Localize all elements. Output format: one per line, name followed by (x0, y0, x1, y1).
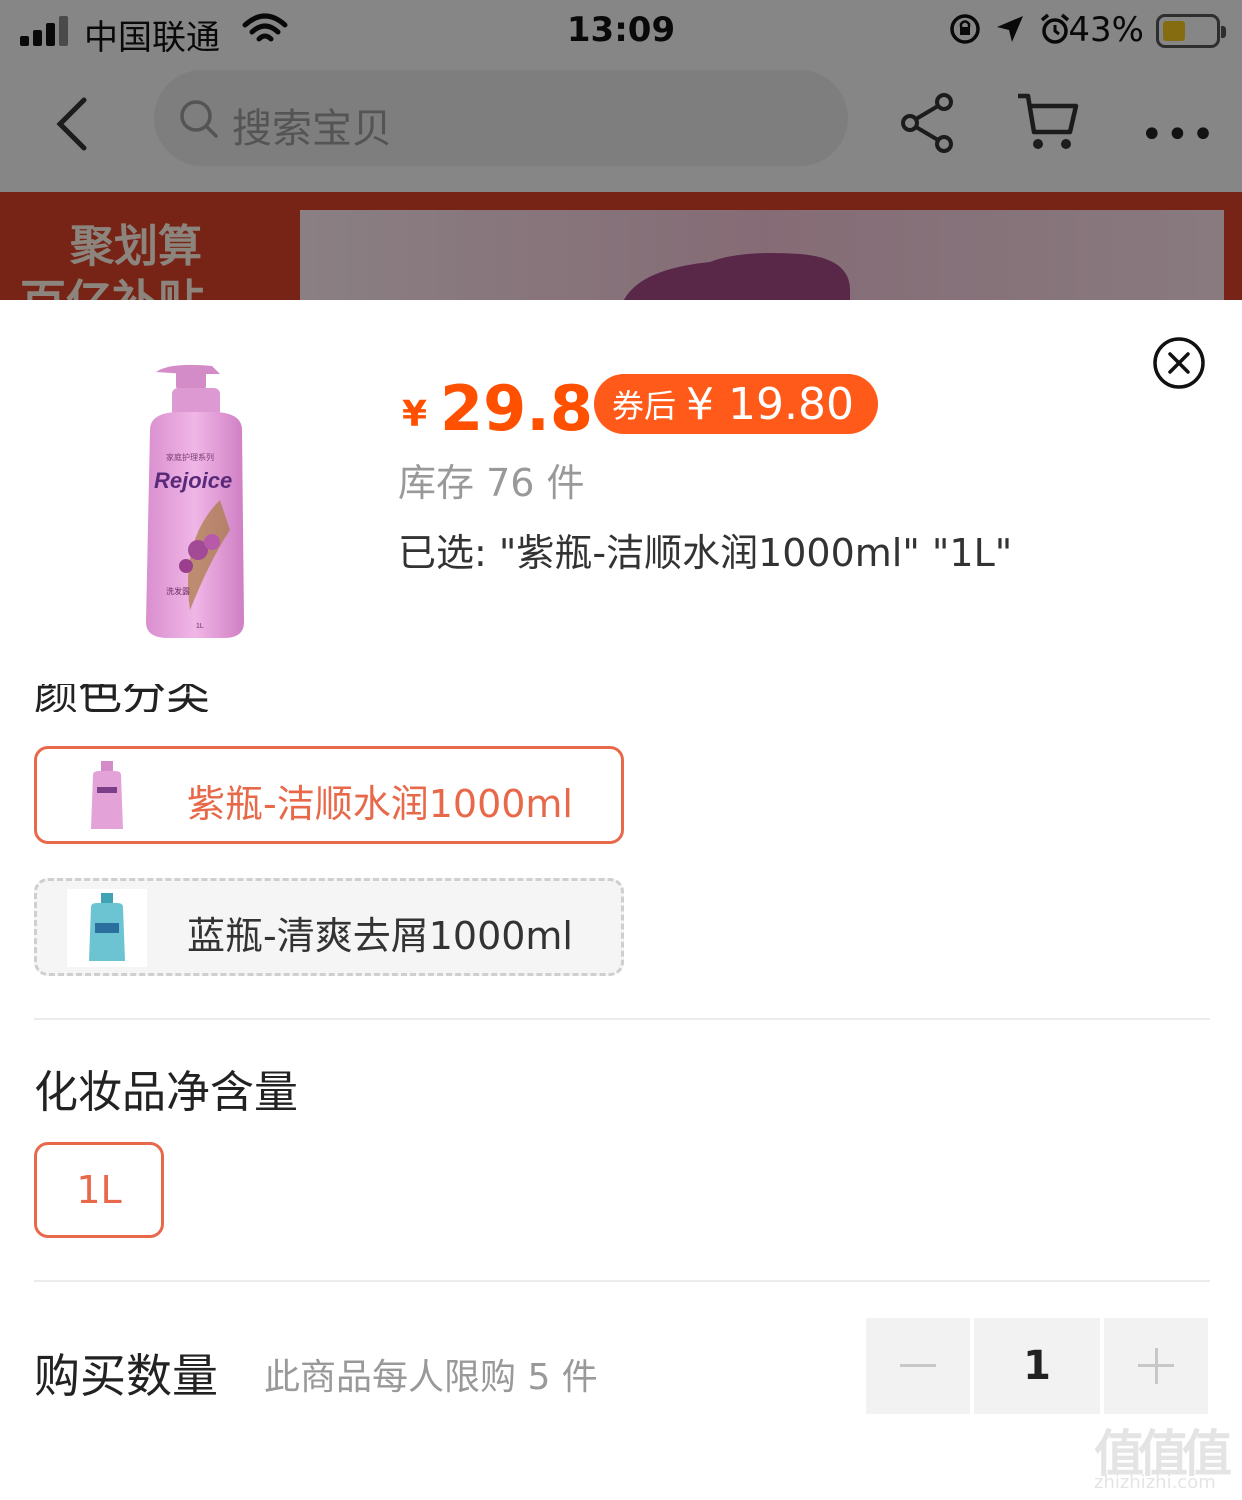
volume-option-1l[interactable]: 1L (34, 1142, 164, 1238)
decrease-button[interactable] (866, 1318, 970, 1414)
close-icon[interactable] (1152, 336, 1206, 390)
increase-button[interactable] (1104, 1318, 1208, 1414)
product-price: 29.8 (440, 372, 593, 445)
dim-overlay[interactable] (0, 0, 1242, 300)
coupon-label: 券后 (612, 387, 677, 425)
svg-text:1L: 1L (196, 623, 204, 630)
svg-text:Rejoice: Rejoice (154, 468, 232, 493)
divider (34, 1018, 1210, 1020)
stock-count: 库存 76 件 (398, 461, 585, 505)
color-option-label: 蓝瓶-清爽去屑1000ml (187, 914, 573, 958)
svg-text:洗发露: 洗发露 (166, 586, 190, 596)
site-watermark: 值值值 zhizhizhi.com (1094, 1414, 1234, 1494)
color-section-title: 颜色分类 (34, 684, 210, 712)
option-thumbnail-blue (67, 889, 147, 967)
selected-sku-text: 已选: "紫瓶-洁顺水润1000ml" "1L" (398, 531, 1013, 575)
sku-sheet: 家庭护理系列 Rejoice 洗发露 1L ¥ 29.8 券后 ¥ 19.80 … (0, 300, 1242, 1500)
quantity-limit-text: 此商品每人限购 5 件 (264, 1357, 598, 1398)
coupon-price: ¥ 19.80 (686, 378, 854, 430)
svg-text:家庭护理系列: 家庭护理系列 (166, 452, 214, 462)
color-option-purple[interactable]: 紫瓶-洁顺水润1000ml (34, 746, 624, 844)
quantity-title: 购买数量 (34, 1349, 218, 1403)
color-option-blue[interactable]: 蓝瓶-清爽去屑1000ml (34, 878, 624, 976)
option-thumbnail-purple (67, 757, 147, 835)
background-page: 中国联通 13:09 43% 搜索宝贝 ••• 聚划算 百亿补贴 (0, 0, 1242, 300)
coupon-price-badge: 券后 ¥ 19.80 (594, 374, 878, 434)
product-image: 家庭护理系列 Rejoice 洗发露 1L (146, 364, 244, 638)
currency-symbol: ¥ (402, 394, 428, 435)
divider (34, 1280, 1210, 1282)
quantity-stepper: 1 (866, 1318, 1210, 1414)
watermark-url: zhizhizhi.com (1094, 1472, 1216, 1493)
color-option-label: 紫瓶-洁顺水润1000ml (187, 782, 573, 826)
volume-section-title: 化妆品净含量 (34, 1067, 298, 1118)
quantity-value[interactable]: 1 (974, 1318, 1100, 1414)
